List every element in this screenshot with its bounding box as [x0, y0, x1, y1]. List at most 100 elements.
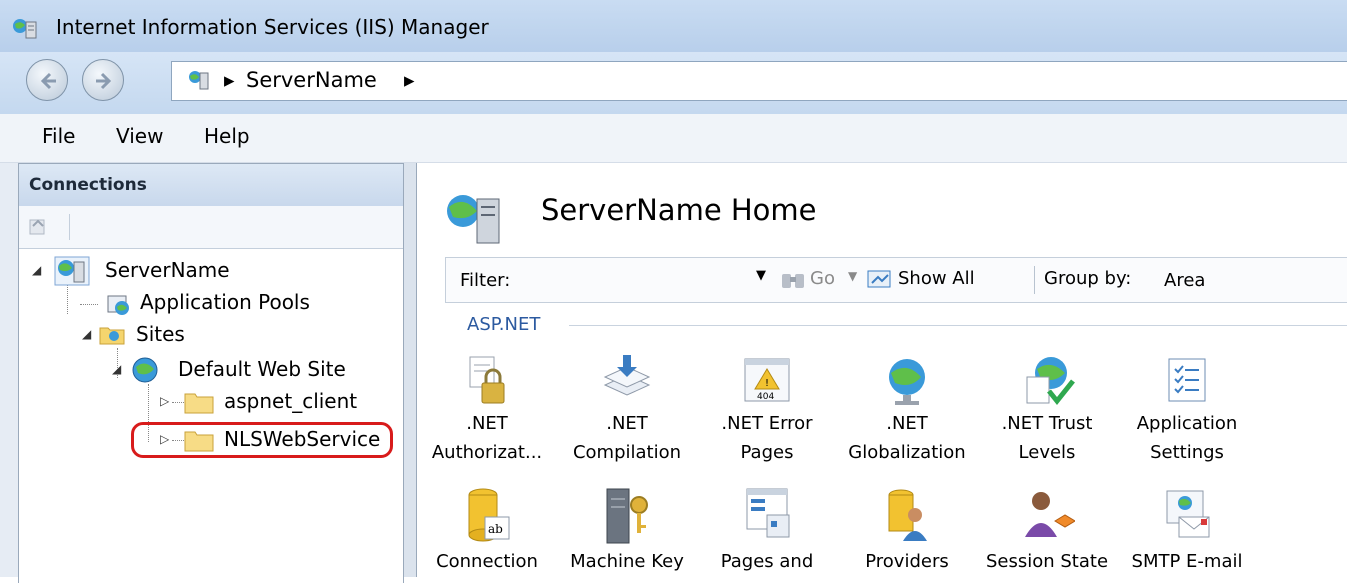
go-button[interactable]: Go: [810, 268, 835, 289]
server-home-icon: [447, 195, 500, 244]
tree-line: [67, 284, 68, 314]
tree-application-pools[interactable]: Application Pools: [140, 290, 310, 314]
compilation-icon: [603, 355, 651, 396]
folder-icon: [184, 393, 214, 414]
breadcrumb-separator-icon[interactable]: ▸: [404, 68, 415, 92]
menu-bar: File View Help: [0, 114, 1347, 163]
feature-line2: Compilation: [572, 442, 682, 463]
feature-line1: .NET: [606, 413, 648, 434]
feature-providers[interactable]: Providers: [837, 485, 977, 576]
feature-line1: .NET Error: [721, 413, 813, 434]
address-bar: ▸ ServerName ▸: [0, 52, 1347, 114]
providers-icon: [888, 489, 927, 541]
connections-title: Connections: [29, 175, 147, 195]
section-divider: [569, 325, 1347, 326]
feature-pages-and-controls[interactable]: Pages and: [697, 485, 837, 576]
feature-line1: Pages and: [720, 551, 814, 572]
toolbar-divider: [69, 214, 70, 240]
tree-server[interactable]: ServerName: [105, 258, 230, 282]
back-arrow-icon: [40, 72, 56, 90]
breadcrumb-servername[interactable]: ServerName: [246, 68, 377, 92]
feature-session-state[interactable]: Session State: [977, 485, 1117, 576]
tree-line: [80, 304, 98, 305]
left-edge: [0, 163, 18, 577]
iis-app-icon: [13, 19, 37, 39]
app-settings-icon: [1168, 358, 1206, 402]
feature-line1: SMTP E-mail: [1131, 551, 1243, 572]
group-by-select[interactable]: Area: [1164, 270, 1205, 291]
feature-line1: Providers: [865, 551, 949, 572]
svg-text:!: !: [765, 378, 769, 389]
connections-header: Connections: [19, 164, 403, 206]
title-bar: Internet Information Services (IIS) Mana…: [0, 0, 1347, 52]
svg-text:404: 404: [757, 392, 774, 402]
show-all-button[interactable]: Show All: [898, 268, 975, 289]
machine-key-icon: [606, 488, 648, 544]
smtp-email-icon: [1166, 490, 1210, 538]
feature-line1: Machine Key: [570, 551, 684, 572]
main-pane: ServerName Home Filter: ▼ Go ▼ Show All …: [416, 163, 1347, 577]
tree-sites[interactable]: Sites: [136, 322, 185, 346]
error-pages-icon: ! 404: [744, 358, 790, 402]
pane-splitter[interactable]: [404, 163, 416, 577]
window-title: Internet Information Services (IIS) Mana…: [56, 15, 489, 39]
feature-line1: Application: [1136, 413, 1238, 434]
section-aspnet: ASP.NET: [467, 314, 541, 335]
session-state-icon: [1025, 492, 1075, 537]
website-globe-icon: [132, 357, 158, 383]
connection-strings-icon: ab: [468, 488, 510, 542]
red-highlight-annotation: [131, 422, 393, 458]
tree-aspnet-client[interactable]: aspnet_client: [224, 389, 357, 413]
feature-net-authorization[interactable]: .NET Authorizat...: [417, 353, 557, 467]
show-all-icon: [867, 270, 891, 288]
feature-connection-strings[interactable]: ab Connection: [417, 485, 557, 576]
address-box[interactable]: ▸ ServerName ▸: [171, 61, 1347, 101]
authorization-icon: [469, 356, 505, 404]
page-title: ServerName Home: [541, 193, 817, 227]
feature-machine-key[interactable]: Machine Key: [557, 485, 697, 576]
feature-line1: Connection: [436, 551, 538, 572]
feature-line2: Authorizat...: [431, 442, 543, 463]
menu-help[interactable]: Help: [204, 124, 250, 148]
feature-net-globalization[interactable]: .NET Globalization: [837, 353, 977, 467]
pages-controls-icon: [746, 488, 790, 538]
filter-input[interactable]: [532, 262, 752, 298]
feature-application-settings[interactable]: Application Settings: [1117, 353, 1257, 467]
feature-line2: Levels: [1018, 442, 1076, 463]
forward-arrow-icon: [96, 72, 112, 90]
filter-label: Filter:: [460, 270, 511, 291]
connect-icon[interactable]: [27, 216, 49, 238]
server-icon: [189, 71, 209, 90]
collapse-arrow-icon[interactable]: ◢: [112, 362, 121, 376]
feature-line2: Pages: [740, 442, 794, 463]
feature-line2: Globalization: [848, 442, 966, 463]
expand-arrow-icon[interactable]: ▷: [160, 394, 169, 408]
forward-button[interactable]: [82, 59, 124, 101]
feature-net-trust-levels[interactable]: .NET Trust Levels: [977, 353, 1117, 467]
feature-line2: Settings: [1150, 442, 1224, 463]
back-button[interactable]: [26, 59, 68, 101]
feature-net-compilation[interactable]: .NET Compilation: [557, 353, 697, 467]
menu-view[interactable]: View: [116, 124, 163, 148]
server-icon: [54, 256, 90, 286]
go-dropdown-icon[interactable]: ▼: [848, 269, 857, 283]
filter-divider: [1034, 266, 1035, 294]
feature-smtp-email[interactable]: SMTP E-mail: [1117, 485, 1257, 576]
trust-levels-icon: [1026, 357, 1075, 406]
filter-dropdown-icon[interactable]: ▼: [756, 268, 766, 283]
application-pools-icon: [107, 295, 129, 315]
globalization-icon: [889, 359, 925, 405]
collapse-arrow-icon[interactable]: ◢: [32, 263, 41, 277]
feature-line1: Session State: [985, 551, 1109, 572]
collapse-arrow-icon[interactable]: ◢: [82, 327, 91, 341]
feature-net-error-pages[interactable]: ! 404 .NET Error Pages: [697, 353, 837, 467]
connections-toolbar: [19, 206, 403, 249]
tree-default-web-site[interactable]: Default Web Site: [178, 357, 346, 381]
feature-line1: .NET Trust: [1001, 413, 1093, 434]
feature-line1: .NET: [466, 413, 508, 434]
binoculars-icon: [782, 274, 804, 288]
group-by-label: Group by:: [1044, 268, 1132, 289]
sites-folder-icon: [99, 327, 125, 345]
feature-line1: .NET: [886, 413, 928, 434]
menu-file[interactable]: File: [42, 124, 75, 148]
